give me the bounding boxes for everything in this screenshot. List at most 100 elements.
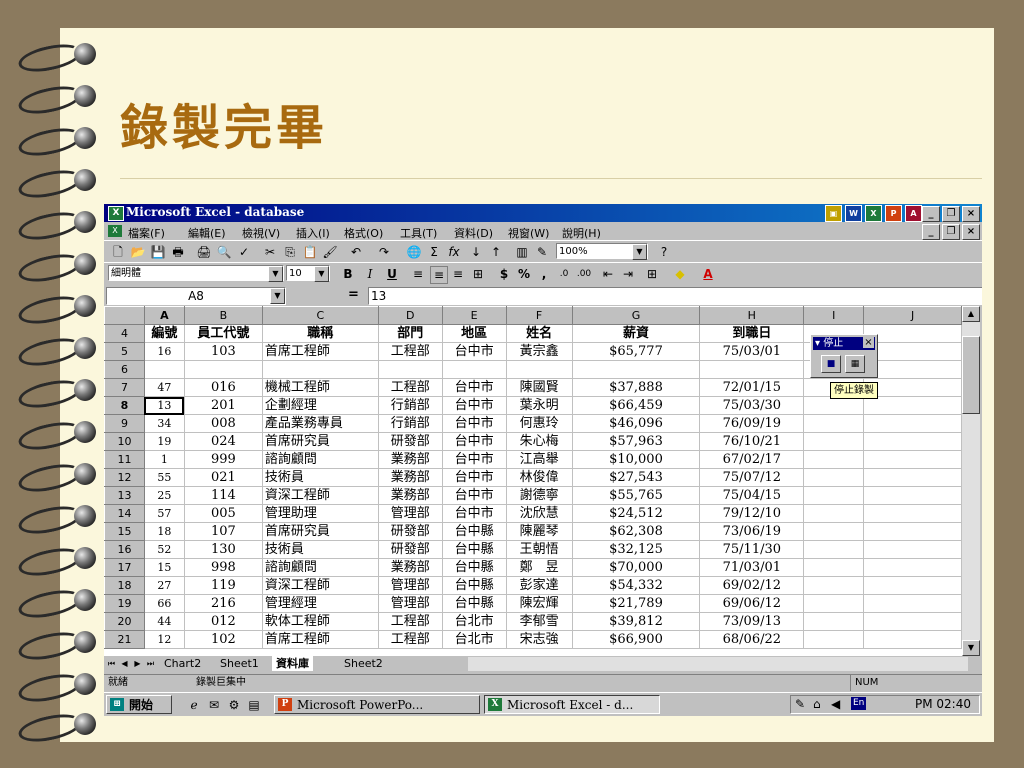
cell[interactable]: 葉永明 xyxy=(505,396,573,415)
cell[interactable]: $10,000 xyxy=(571,450,701,469)
row-header[interactable]: 4 xyxy=(104,324,145,343)
cell[interactable]: 57 xyxy=(143,504,185,523)
menu-help[interactable]: 說明(H) xyxy=(562,225,601,241)
show-desktop-icon[interactable]: ▤ xyxy=(246,697,262,713)
cell[interactable] xyxy=(803,486,865,505)
cell[interactable]: 管理部 xyxy=(377,594,443,613)
cell[interactable] xyxy=(863,342,962,361)
redo-icon[interactable]: ↷ xyxy=(376,244,392,260)
save-icon[interactable]: 💾 xyxy=(150,244,166,260)
start-button[interactable]: ⊞ 開始 xyxy=(106,695,172,714)
cell[interactable]: 18 xyxy=(143,522,185,541)
row-header[interactable]: 7 xyxy=(104,378,145,397)
cell[interactable]: 工程部 xyxy=(377,378,443,397)
cell[interactable]: 地區 xyxy=(441,324,507,343)
cell[interactable]: 27 xyxy=(143,576,185,595)
cell[interactable]: 76/09/19 xyxy=(699,414,805,433)
cell[interactable]: $27,543 xyxy=(571,468,701,487)
cell[interactable]: 103 xyxy=(183,342,263,361)
cell[interactable]: 宋志強 xyxy=(505,630,573,649)
hyperlink-icon[interactable]: 🌐 xyxy=(406,244,422,260)
scroll-thumb[interactable] xyxy=(962,336,980,414)
format-painter-icon[interactable]: 🖌 xyxy=(322,244,338,260)
cell[interactable]: 75/03/30 xyxy=(699,396,805,415)
cell[interactable]: 首席工程師 xyxy=(261,342,379,361)
cell[interactable]: 15 xyxy=(143,558,185,577)
cell[interactable]: 業務部 xyxy=(377,450,443,469)
function-icon[interactable]: fx xyxy=(446,244,462,260)
cell[interactable]: 44 xyxy=(143,612,185,631)
row-header[interactable]: 21 xyxy=(104,630,145,649)
cell[interactable]: 管理部 xyxy=(377,576,443,595)
percent-button[interactable]: % xyxy=(516,266,532,282)
cell[interactable] xyxy=(571,360,701,379)
column-header-e[interactable]: E xyxy=(441,306,507,325)
cell[interactable]: 台中市 xyxy=(441,378,507,397)
task-powerpoint[interactable]: P Microsoft PowerPo... xyxy=(274,695,480,714)
increase-indent-icon[interactable]: ⇥ xyxy=(620,266,636,282)
cell[interactable]: $24,512 xyxy=(571,504,701,523)
cell[interactable]: 業務部 xyxy=(377,486,443,505)
close-icon[interactable]: × xyxy=(863,337,874,348)
workbook-icon[interactable]: X xyxy=(108,225,122,237)
cell[interactable]: 201 xyxy=(183,396,263,415)
cell[interactable]: 資深工程師 xyxy=(261,486,379,505)
cell[interactable]: 台中縣 xyxy=(441,558,507,577)
cell[interactable]: 台中市 xyxy=(441,432,507,451)
cell[interactable]: 71/03/01 xyxy=(699,558,805,577)
sort-descending-icon[interactable]: ↑ xyxy=(488,244,504,260)
menu-data[interactable]: 資料(D) xyxy=(454,225,493,241)
cell[interactable]: 鄭 昱 xyxy=(505,558,573,577)
cell[interactable] xyxy=(863,378,962,397)
cell[interactable]: 王朝悟 xyxy=(505,540,573,559)
font-size-select[interactable]: 10 ▼ xyxy=(286,265,330,282)
row-header[interactable]: 6 xyxy=(104,360,145,379)
cell[interactable] xyxy=(183,360,263,379)
italic-button[interactable]: I xyxy=(362,266,378,282)
cell[interactable]: 34 xyxy=(143,414,185,433)
cell[interactable]: 012 xyxy=(183,612,263,631)
cell[interactable]: 55 xyxy=(143,468,185,487)
cell[interactable]: 79/12/10 xyxy=(699,504,805,523)
paste-icon[interactable]: 📋 xyxy=(302,244,318,260)
cell[interactable]: 行銷部 xyxy=(377,414,443,433)
row-header[interactable]: 18 xyxy=(104,576,145,595)
borders-icon[interactable]: ⊞ xyxy=(644,266,660,282)
cell[interactable]: 台中市 xyxy=(441,342,507,361)
cell[interactable] xyxy=(863,594,962,613)
row-header[interactable]: 15 xyxy=(104,522,145,541)
cell[interactable]: $62,308 xyxy=(571,522,701,541)
cell[interactable]: 工程部 xyxy=(377,612,443,631)
increase-decimal-icon[interactable]: .0 xyxy=(556,266,572,282)
network-icon[interactable]: ⌂ xyxy=(813,696,821,713)
cell[interactable] xyxy=(803,576,865,595)
language-indicator[interactable]: En xyxy=(851,697,867,710)
cell[interactable]: 69/06/12 xyxy=(699,594,805,613)
cell[interactable]: 首席研究員 xyxy=(261,522,379,541)
cell[interactable]: 台中縣 xyxy=(441,522,507,541)
cell[interactable]: $66,900 xyxy=(571,630,701,649)
ie-icon[interactable]: ℯ xyxy=(186,697,202,713)
column-header-b[interactable]: B xyxy=(183,306,263,325)
row-header[interactable]: 11 xyxy=(104,450,145,469)
cell[interactable] xyxy=(863,360,962,379)
drawing-icon[interactable]: ✎ xyxy=(534,244,550,260)
cell[interactable]: 76/10/21 xyxy=(699,432,805,451)
cell[interactable]: 管理助理 xyxy=(261,504,379,523)
cell[interactable]: 企劃經理 xyxy=(261,396,379,415)
cell[interactable] xyxy=(803,594,865,613)
copy-icon[interactable]: ⎘ xyxy=(282,244,298,260)
cell[interactable] xyxy=(863,504,962,523)
excel-app-icon[interactable]: X xyxy=(108,206,124,221)
align-center-icon[interactable]: ≡ xyxy=(430,266,448,284)
cell[interactable] xyxy=(505,360,573,379)
cell[interactable]: 彭家達 xyxy=(505,576,573,595)
cell[interactable] xyxy=(143,360,185,379)
cell[interactable]: 005 xyxy=(183,504,263,523)
doc-restore-button[interactable]: ❐ xyxy=(942,224,960,240)
chart-wizard-icon[interactable]: ▥ xyxy=(514,244,530,260)
cell[interactable]: 林俊偉 xyxy=(505,468,573,487)
cell[interactable]: 73/09/13 xyxy=(699,612,805,631)
cell[interactable] xyxy=(803,414,865,433)
comma-button[interactable]: , xyxy=(536,266,552,282)
